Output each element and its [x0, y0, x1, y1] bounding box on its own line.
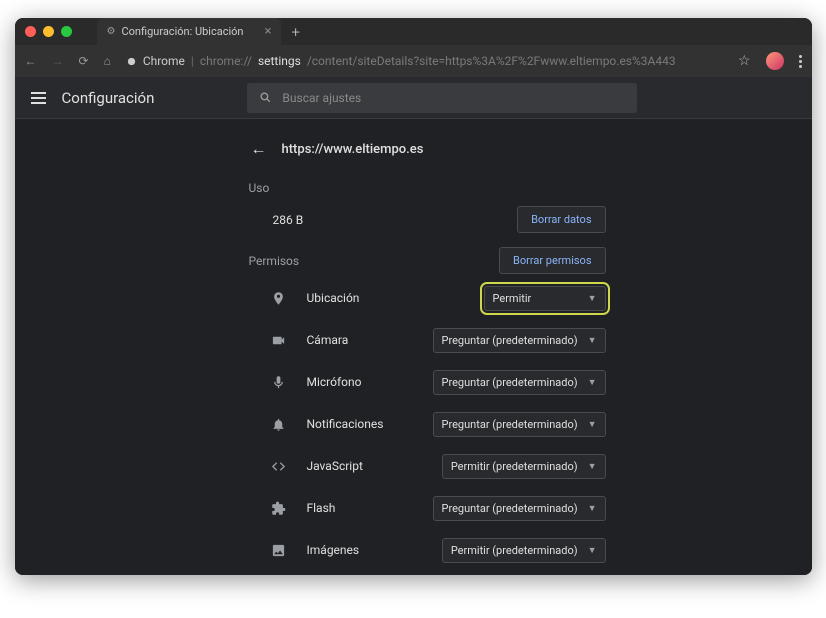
main-content: ← https://www.eltiempo.es Uso 286 B Borr…: [233, 119, 622, 575]
chevron-down-icon: ▼: [588, 545, 597, 556]
window-close[interactable]: [25, 26, 36, 37]
bookmark-star-icon[interactable]: ☆: [738, 53, 751, 69]
chevron-down-icon: ▼: [588, 503, 597, 514]
omnibox[interactable]: Chrome | chrome://settings/content/siteD…: [126, 54, 723, 68]
tab-title: Configuración: Ubicación: [121, 25, 243, 38]
permission-camera-select[interactable]: Preguntar (predeterminado)▼: [433, 328, 606, 353]
permission-js-label: JavaScript: [307, 459, 363, 473]
tab-close-icon[interactable]: ×: [265, 24, 272, 39]
permission-location-label: Ubicación: [307, 291, 360, 305]
permission-camera-label: Cámara: [307, 333, 349, 347]
nav-back[interactable]: ←: [25, 54, 37, 68]
permission-notifications-select[interactable]: Preguntar (predeterminado)▼: [433, 412, 606, 437]
code-icon: [265, 459, 293, 474]
gear-icon: ⚙: [107, 26, 116, 37]
permission-flash-select[interactable]: Preguntar (predeterminado)▼: [433, 496, 606, 521]
chevron-down-icon: ▼: [588, 377, 597, 388]
chevron-down-icon: ▼: [588, 335, 597, 346]
permission-mic-select[interactable]: Preguntar (predeterminado)▼: [433, 370, 606, 395]
profile-avatar[interactable]: [766, 52, 784, 70]
browser-menu-icon[interactable]: [799, 55, 802, 68]
usage-size: 286 B: [273, 213, 518, 227]
bell-icon: [265, 417, 293, 432]
permission-images-select[interactable]: Permitir (predeterminado)▼: [442, 538, 606, 563]
sidebar: [15, 119, 233, 575]
microphone-icon: [265, 375, 293, 390]
usage-section-label: Uso: [241, 169, 614, 201]
nav-reload[interactable]: ⟳: [79, 54, 89, 68]
new-tab-button[interactable]: +: [291, 23, 299, 41]
browser-toolbar: ← → ⟳ ⌂ Chrome | chrome://settings/conte…: [15, 45, 812, 77]
search-icon: [259, 91, 272, 104]
back-arrow-icon[interactable]: ←: [251, 139, 267, 159]
permission-mic-label: Micrófono: [307, 375, 362, 389]
browser-title-bar: ⚙ Configuración: Ubicación × +: [15, 18, 812, 45]
window-maximize[interactable]: [61, 26, 72, 37]
site-url: https://www.eltiempo.es: [282, 142, 424, 157]
right-gutter: [622, 119, 812, 575]
permission-images-label: Imágenes: [307, 543, 360, 557]
permission-notifications-label: Notificaciones: [307, 417, 384, 431]
chevron-down-icon: ▼: [588, 419, 597, 430]
settings-header: Configuración: [15, 77, 812, 119]
lock-icon: [126, 56, 137, 67]
chevron-down-icon: ▼: [588, 461, 597, 472]
search-input[interactable]: [282, 91, 625, 105]
page-title: Configuración: [62, 89, 155, 107]
clear-data-button[interactable]: Borrar datos: [517, 206, 605, 233]
permission-flash-label: Flash: [307, 501, 336, 515]
image-icon: [265, 543, 293, 558]
chevron-down-icon: ▼: [588, 293, 597, 304]
location-icon: [265, 291, 293, 306]
permission-location-select[interactable]: Permitir▼: [484, 286, 606, 311]
reset-permissions-button[interactable]: Borrar permisos: [499, 247, 606, 274]
camera-icon: [265, 333, 293, 348]
chrome-secure-pill: Chrome: [143, 54, 185, 68]
window-minimize[interactable]: [43, 26, 54, 37]
nav-forward[interactable]: →: [52, 54, 64, 68]
nav-home[interactable]: ⌂: [104, 54, 111, 68]
puzzle-icon: [265, 501, 293, 516]
hamburger-menu-icon[interactable]: [31, 92, 46, 104]
browser-tab[interactable]: ⚙ Configuración: Ubicación ×: [97, 18, 282, 45]
permission-js-select[interactable]: Permitir (predeterminado)▼: [442, 454, 606, 479]
permissions-label: Permisos: [249, 254, 300, 268]
settings-search[interactable]: [247, 83, 637, 113]
